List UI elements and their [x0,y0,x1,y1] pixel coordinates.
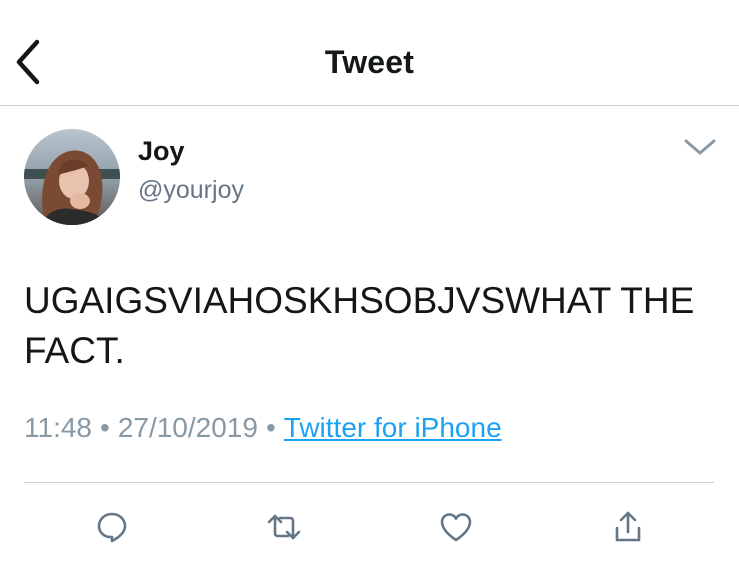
meta-separator: • [265,412,276,443]
reply-button[interactable] [90,505,134,549]
tweet-time: 11:48 [24,412,92,443]
tweet-detail-page: Tweet Joy @yourjoy UGAIGSVIAHOSKHSOBJVSW… [0,0,739,565]
meta-separator: • [100,412,110,443]
avatar[interactable] [24,129,120,225]
retweet-button[interactable] [262,505,306,549]
meta-divider [24,482,714,483]
chevron-down-icon [684,139,716,155]
tweet-text: UGAIGSVIAHOSKHSOBJVSWHAT THE FACT. [24,280,695,371]
author-handle[interactable]: @yourjoy [138,176,244,205]
heart-icon [440,513,472,542]
retweet-icon [267,514,301,540]
tweet-date: 27/10/2019 [117,412,258,443]
page-title: Tweet [324,44,415,80]
share-button[interactable] [606,505,650,549]
tweet-source-link[interactable]: Twitter for iPhone [284,412,502,443]
more-options-button[interactable] [682,133,718,161]
header-bar: Tweet [0,0,739,106]
reply-icon [97,512,127,543]
header-divider [0,105,739,106]
author-name[interactable]: Joy [138,136,185,167]
like-button[interactable] [434,505,478,549]
share-icon [615,511,641,542]
tweet-meta: 11:48 • 27/10/2019 • Twitter for iPhone [24,412,502,444]
